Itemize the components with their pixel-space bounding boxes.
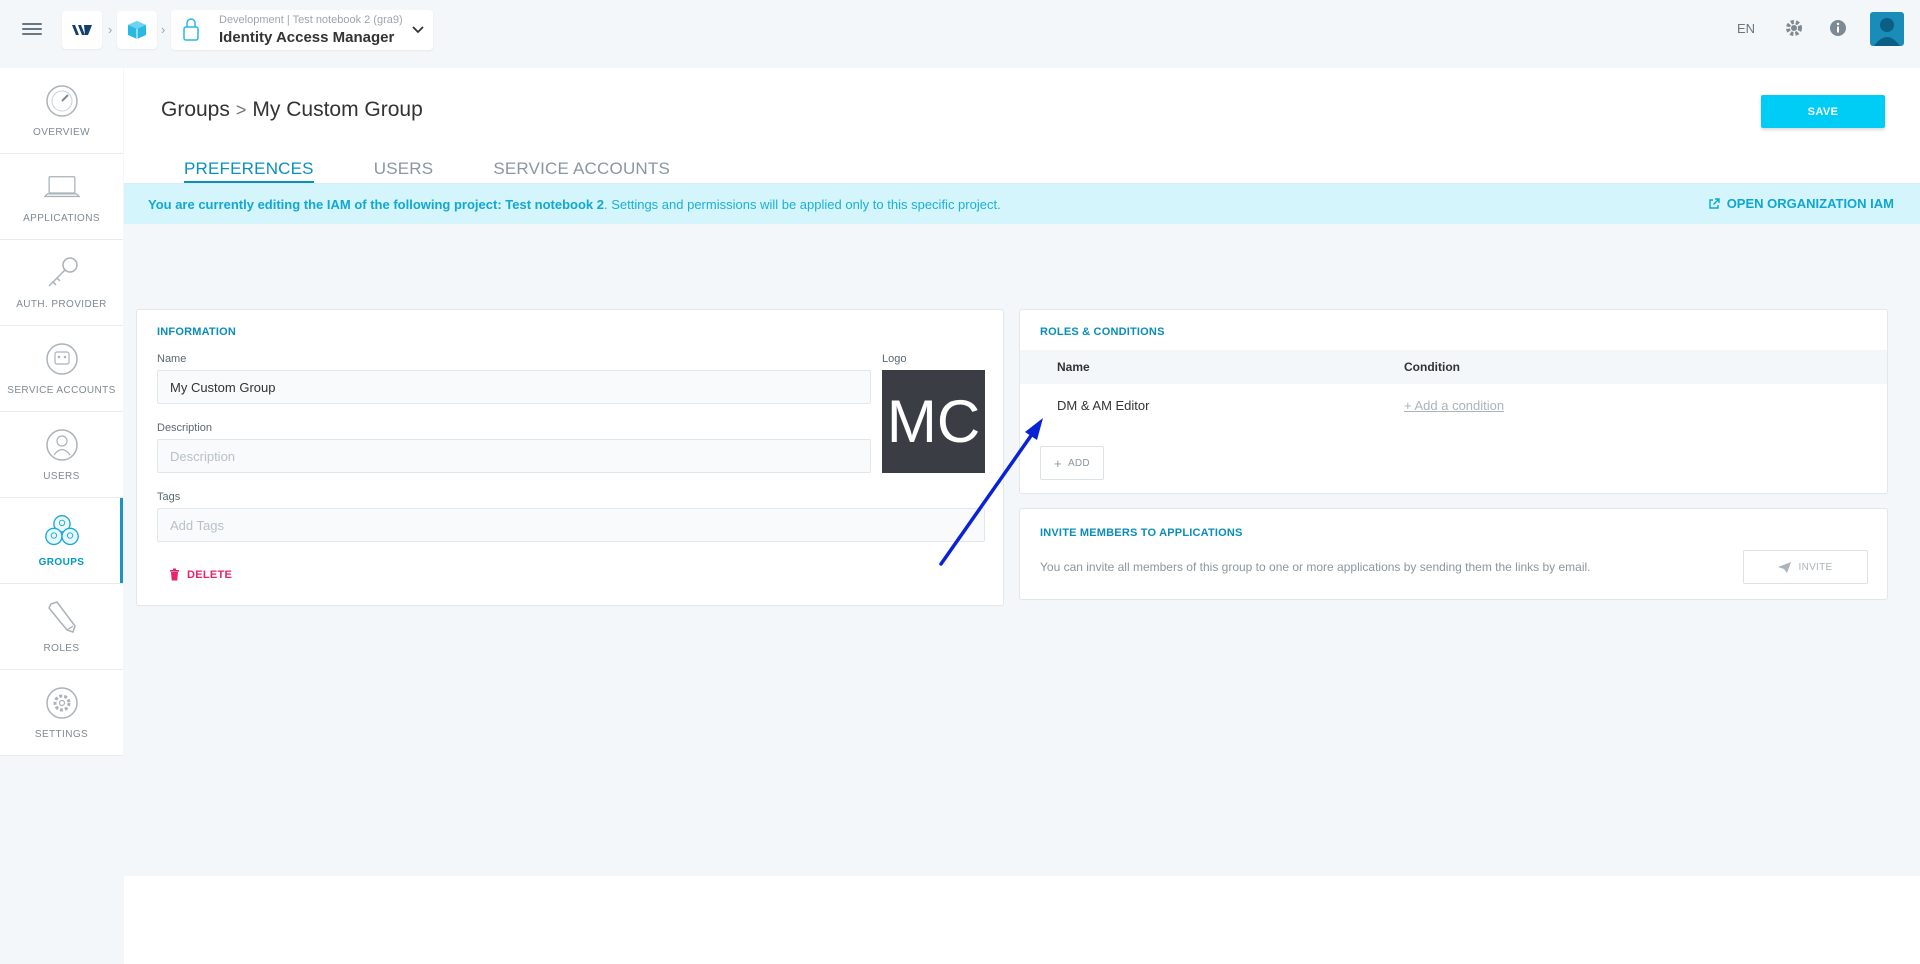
description-input[interactable] xyxy=(157,439,871,473)
banner-project-text: You are currently editing the IAM of the… xyxy=(148,196,604,212)
laptop-icon xyxy=(43,169,80,205)
column-header-name: Name xyxy=(1057,360,1090,374)
external-link-icon xyxy=(1708,197,1720,209)
name-label: Name xyxy=(157,353,187,365)
sidebar-item-label: SETTINGS xyxy=(34,729,89,740)
paper-plane-icon xyxy=(1778,561,1792,573)
pencil-icon xyxy=(44,599,80,635)
delete-button[interactable]: DELETE xyxy=(169,568,232,581)
delete-label: DELETE xyxy=(187,568,233,581)
chevron-right-icon: > xyxy=(235,100,247,120)
sidebar-item-auth-provider[interactable]: AUTH. PROVIDER xyxy=(0,240,123,326)
invite-title: INVITE MEMBERS TO APPLICATIONS xyxy=(1040,527,1243,539)
user-icon xyxy=(44,427,80,463)
avatar[interactable] xyxy=(1870,12,1904,46)
info-icon[interactable] xyxy=(1829,19,1847,42)
ovh-logo[interactable] xyxy=(62,11,102,49)
chevron-right-icon: › xyxy=(108,22,113,37)
tab-preferences[interactable]: PREFERENCES xyxy=(184,159,314,183)
gear-icon xyxy=(44,685,80,721)
sidebar-item-label: APPLICATIONS xyxy=(23,213,100,224)
plus-icon: + xyxy=(1054,455,1062,471)
sidebar: OVERVIEW APPLICATIONS AUTH. PROVIDER SER… xyxy=(0,68,123,756)
app-switcher[interactable]: Development | Test notebook 2 (gra9) Ide… xyxy=(171,10,433,50)
app-environment: Development | Test notebook 2 (gra9) xyxy=(219,13,403,26)
open-organization-iam-label: OPEN ORGANIZATION IAM xyxy=(1726,196,1894,211)
name-input[interactable] xyxy=(157,370,871,404)
menu-icon[interactable] xyxy=(22,20,42,38)
sidebar-item-label: SERVICE ACCOUNTS xyxy=(7,385,116,396)
role-name: DM & AM Editor xyxy=(1057,398,1150,413)
project-banner: You are currently editing the IAM of the… xyxy=(124,184,1920,224)
top-bar: › › Development | Test notebook 2 (gra9)… xyxy=(0,0,1920,58)
trash-icon xyxy=(170,568,179,581)
sidebar-item-roles[interactable]: ROLES xyxy=(0,584,123,670)
tab-service-accounts[interactable]: SERVICE ACCOUNTS xyxy=(493,159,670,183)
roles-title: ROLES & CONDITIONS xyxy=(1040,326,1165,338)
language-selector[interactable]: EN xyxy=(1737,21,1755,36)
invite-card: INVITE MEMBERS TO APPLICATIONS You can i… xyxy=(1019,508,1888,600)
robot-icon xyxy=(44,341,80,377)
sidebar-item-groups[interactable]: GROUPS xyxy=(0,498,123,584)
tab-users[interactable]: USERS xyxy=(374,159,434,183)
tags-input[interactable] xyxy=(157,508,985,542)
page-title: Groups > My Custom Group xyxy=(161,98,423,122)
tab-bar: PREFERENCES USERS SERVICE ACCOUNTS xyxy=(184,159,730,183)
annotation-arrow xyxy=(939,418,1043,566)
gear-icon[interactable] xyxy=(1784,18,1804,43)
add-condition-link[interactable]: + Add a condition xyxy=(1404,398,1504,413)
key-icon xyxy=(44,255,80,291)
invite-label: INVITE xyxy=(1798,561,1833,573)
tags-label: Tags xyxy=(157,491,181,503)
roles-table-header: Name Condition xyxy=(1020,350,1887,384)
invite-description: You can invite all members of this group… xyxy=(1040,560,1591,574)
sidebar-item-label: GROUPS xyxy=(38,557,85,568)
add-label: ADD xyxy=(1067,457,1090,469)
information-title: INFORMATION xyxy=(157,326,236,338)
sidebar-item-label: ROLES xyxy=(43,643,80,654)
sidebar-item-label: USERS xyxy=(43,471,80,482)
banner-suffix-text: . Settings and permissions will be appli… xyxy=(603,196,1001,212)
chevron-right-icon: › xyxy=(161,22,166,37)
sidebar-item-label: OVERVIEW xyxy=(33,127,90,138)
breadcrumb-current: My Custom Group xyxy=(252,98,423,121)
sidebar-item-settings[interactable]: SETTINGS xyxy=(0,670,123,756)
breadcrumb-groups[interactable]: Groups xyxy=(161,98,230,121)
information-card: INFORMATION Name Logo MC Description Tag… xyxy=(136,309,1004,606)
invite-button[interactable]: INVITE xyxy=(1743,550,1868,584)
description-label: Description xyxy=(157,422,213,434)
sidebar-item-overview[interactable]: OVERVIEW xyxy=(0,68,123,154)
group-icon xyxy=(44,513,80,549)
logo-label: Logo xyxy=(882,353,907,365)
column-header-condition: Condition xyxy=(1404,360,1460,374)
project-cubes-icon[interactable] xyxy=(117,11,157,49)
sidebar-item-users[interactable]: USERS xyxy=(0,412,123,498)
sidebar-item-label: AUTH. PROVIDER xyxy=(16,299,107,310)
app-name: Identity Access Manager xyxy=(219,28,395,46)
sidebar-item-applications[interactable]: APPLICATIONS xyxy=(0,154,123,240)
open-organization-iam-link[interactable]: OPEN ORGANIZATION IAM xyxy=(1708,196,1894,211)
save-button[interactable]: SAVE xyxy=(1761,95,1885,128)
roles-card: ROLES & CONDITIONS Name Condition DM & A… xyxy=(1019,309,1888,494)
bottom-area xyxy=(124,876,1920,964)
padlock-app-icon xyxy=(171,17,211,43)
sidebar-item-service-accounts[interactable]: SERVICE ACCOUNTS xyxy=(0,326,123,412)
speedometer-icon xyxy=(44,83,80,119)
chevron-down-icon[interactable] xyxy=(403,23,433,37)
